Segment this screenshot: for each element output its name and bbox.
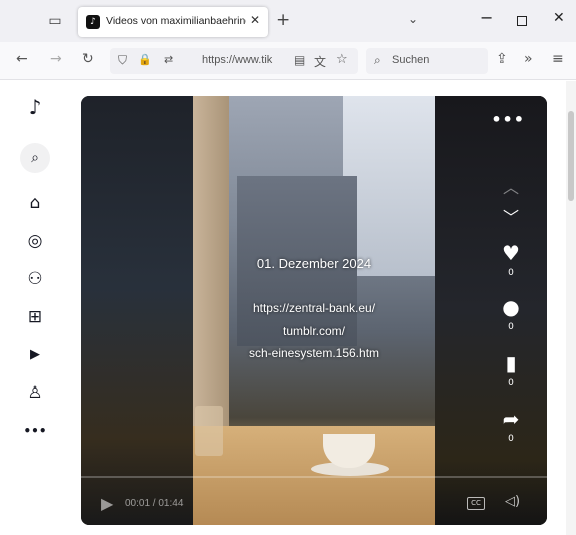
share-count: 0 <box>508 434 514 444</box>
permissions-icon[interactable]: ⇄ <box>164 53 173 66</box>
video-blur-left <box>81 96 193 525</box>
tab-title: Videos von maximilianbaehring <box>106 15 246 27</box>
tiktok-sidebar: ♪ ⌕ ⌂ ◎ ⚇ ⊞ ▶ ♙ ••• <box>0 81 70 535</box>
overlay-url-line-2: tumblr.com/ <box>282 324 345 338</box>
page-scrollbar[interactable] <box>566 81 576 535</box>
tab-tiktok-videos[interactable]: ♪ Videos von maximilianbaehring ✕ <box>78 7 268 37</box>
bookmark-star-icon[interactable]: ☆ <box>336 52 348 67</box>
share-icon[interactable]: ⇪ <box>496 51 508 67</box>
search-placeholder: Suchen <box>392 54 430 66</box>
video-time: 00:01 / 01:44 <box>125 498 184 509</box>
video-progress-bar[interactable] <box>81 476 547 478</box>
live-icon[interactable]: ▶ <box>23 343 47 367</box>
following-icon[interactable]: ⚇ <box>23 267 47 291</box>
previous-video-icon[interactable]: ︿ <box>503 174 519 198</box>
video-player[interactable]: 01. Dezember 2024 https://zentral-bank.e… <box>81 96 547 525</box>
search-field[interactable]: ⌕ Suchen <box>366 48 488 74</box>
search-icon[interactable]: ⌕ <box>20 143 50 173</box>
comment-icon: ● <box>502 295 520 319</box>
tiktok-favicon-icon: ♪ <box>86 15 100 29</box>
share-arrow-icon: ➦ <box>502 407 520 431</box>
lock-icon[interactable]: 🔒 <box>138 53 152 66</box>
browser-nav-bar: ← → ↻ ⛉ 🔒 ⇄ https://www.tik ▤ 文 ☆ ⌕ Such… <box>0 42 576 80</box>
comment-button[interactable]: ● 0 <box>497 296 525 332</box>
url-bar[interactable]: ⛉ 🔒 ⇄ https://www.tik ▤ 文 ☆ <box>110 48 358 74</box>
browser-tab-bar: ▭ ♪ Videos von maximilianbaehring ✕ + ⌄ … <box>0 0 576 42</box>
overlay-date: 01. Dezember 2024 <box>256 256 372 271</box>
explore-icon[interactable]: ◎ <box>23 229 47 253</box>
tiktok-logo-icon[interactable]: ♪ <box>23 95 47 119</box>
heart-icon: ♥ <box>502 241 520 265</box>
scrollbar-thumb[interactable] <box>568 111 574 201</box>
shield-icon[interactable]: ⛉ <box>118 53 127 68</box>
back-icon[interactable]: ← <box>16 51 28 67</box>
profile-icon[interactable]: ♙ <box>23 381 47 405</box>
more-icon[interactable]: ••• <box>23 419 47 443</box>
favorite-button[interactable]: ▮ 0 <box>497 352 525 388</box>
next-video-icon[interactable]: ﹀ <box>503 204 519 228</box>
captions-icon[interactable]: CC <box>467 497 485 510</box>
tab-overview-icon[interactable]: ▭ <box>46 12 64 30</box>
search-icon: ⌕ <box>374 53 381 67</box>
close-tab-icon[interactable]: ✕ <box>250 13 260 27</box>
window-close-icon[interactable]: ✕ <box>553 10 565 26</box>
like-button[interactable]: ♥ 0 <box>497 242 525 278</box>
maximize-icon[interactable] <box>517 16 527 26</box>
upload-icon[interactable]: ⊞ <box>23 305 47 329</box>
like-count: 0 <box>508 268 514 278</box>
video-blur-right <box>435 96 547 525</box>
menu-icon[interactable]: ≡ <box>552 51 564 67</box>
favorite-count: 0 <box>508 378 514 388</box>
reload-icon[interactable]: ↻ <box>82 51 94 67</box>
overlay-url-line-3: sch-einesystem.156.htm <box>248 346 380 360</box>
url-text[interactable]: https://www.tik <box>202 54 292 66</box>
home-icon[interactable]: ⌂ <box>23 191 47 215</box>
list-all-tabs-icon[interactable]: ⌄ <box>408 12 418 26</box>
comment-count: 0 <box>508 322 514 332</box>
share-button[interactable]: ➦ 0 <box>497 408 525 444</box>
forward-icon[interactable]: → <box>50 51 62 67</box>
minimize-icon[interactable]: − <box>480 8 493 27</box>
play-icon[interactable]: ▶ <box>101 494 113 513</box>
overlay-url-line-1: https://zentral-bank.eu/ <box>252 301 376 315</box>
reader-view-icon[interactable]: ▤ <box>294 53 305 67</box>
volume-icon[interactable]: ◁) <box>505 494 520 509</box>
translate-icon[interactable]: 文 <box>314 53 326 70</box>
overflow-icon[interactable]: » <box>524 51 533 67</box>
frame-glass <box>195 406 223 456</box>
more-options-icon[interactable]: ••• <box>491 110 525 129</box>
bookmark-icon: ▮ <box>505 351 517 375</box>
new-tab-button[interactable]: + <box>276 10 290 30</box>
